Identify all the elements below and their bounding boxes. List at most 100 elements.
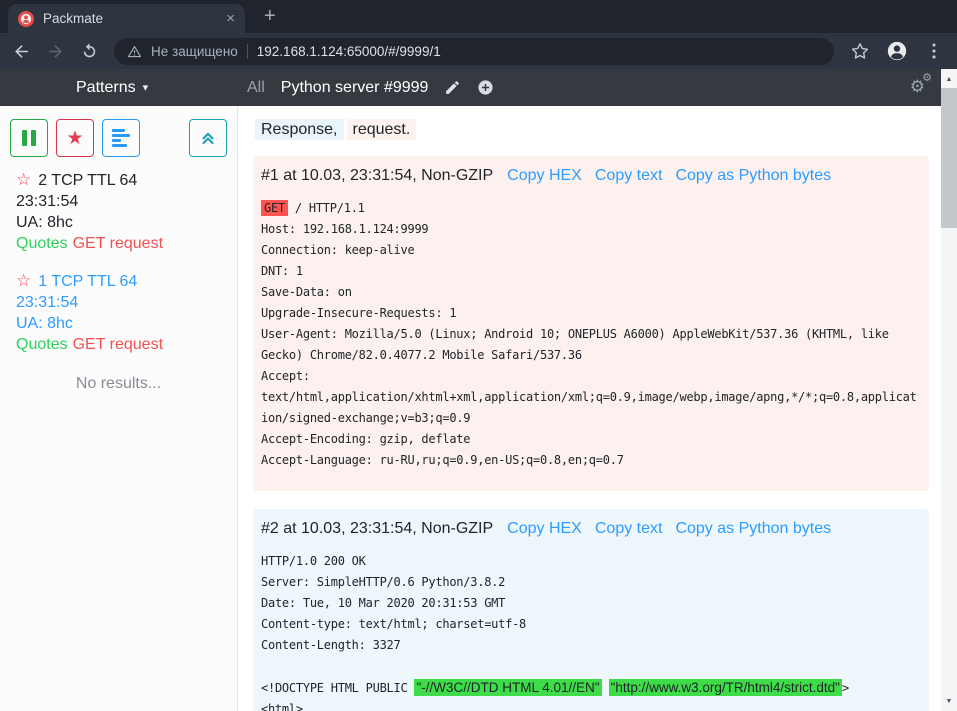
favorite-star-icon[interactable]: ☆ bbox=[16, 170, 31, 189]
collapse-button[interactable] bbox=[189, 119, 227, 157]
packet-copy-links: Copy HEX Copy text Copy as Python bytes bbox=[507, 517, 831, 541]
packet-line: Connection: keep-alive bbox=[261, 240, 921, 261]
legend-request-label: request. bbox=[347, 119, 417, 140]
copy-link[interactable]: Copy text bbox=[595, 164, 663, 188]
copy-link[interactable]: Copy HEX bbox=[507, 164, 582, 188]
packet-line: Accept-Language: ru-RU,ru;q=0.9,en-US;q=… bbox=[261, 450, 921, 471]
edit-service-pencil-icon[interactable] bbox=[444, 79, 461, 96]
packet-line: Accept-Encoding: gzip, deflate bbox=[261, 429, 921, 450]
packmate-favicon-icon bbox=[18, 11, 34, 27]
star-icon: ★ bbox=[66, 129, 83, 148]
new-tab-button[interactable]: + bbox=[264, 5, 276, 28]
sidebar-toolbar: ★ bbox=[0, 106, 237, 157]
pattern-tag: Quotes bbox=[16, 336, 68, 353]
app-body: ★ ☆2 TCP TTL 6423:31:54UA: 8hcQuotesGET … bbox=[0, 106, 941, 711]
packet-line: Content-Length: 3327 bbox=[261, 635, 921, 656]
flow-time: 23:31:54 bbox=[16, 292, 231, 313]
match-highlight-green: "http://www.w3.org/TR/html4/strict.dtd" bbox=[609, 679, 842, 696]
packet-title: #1 at 10.03, 23:31:54, Non-GZIP bbox=[261, 164, 493, 188]
flow-user-agent: UA: 8hc bbox=[16, 313, 231, 334]
packet-body: GET / HTTP/1.1Host: 192.168.1.124:9999Co… bbox=[261, 198, 921, 471]
patterns-label: Patterns bbox=[76, 79, 136, 97]
flow-title: 2 TCP TTL 64 bbox=[38, 172, 137, 189]
url-text[interactable]: 192.168.1.124:65000/#/9999/1 bbox=[257, 44, 441, 59]
packet-line: Server: SimpleHTTP/0.6 Python/3.8.2 bbox=[261, 572, 921, 593]
packet-card-response: #2 at 10.03, 23:31:54, Non-GZIPCopy HEXC… bbox=[253, 509, 929, 711]
pause-icon bbox=[22, 130, 36, 146]
address-bar[interactable]: Не защищено 192.168.1.124:65000/#/9999/1 bbox=[114, 38, 834, 65]
add-service-plus-icon[interactable] bbox=[477, 79, 494, 96]
patterns-dropdown[interactable]: Patterns ▾ bbox=[76, 69, 148, 106]
tab-current-service[interactable]: Python server #9999 bbox=[281, 79, 429, 97]
copy-link[interactable]: Copy as Python bytes bbox=[675, 164, 831, 188]
packet-header: #2 at 10.03, 23:31:54, Non-GZIPCopy HEXC… bbox=[261, 517, 921, 541]
settings-gears-icon[interactable]: ⚙ ⚙ bbox=[910, 69, 925, 106]
scroll-down-icon[interactable]: ▼ bbox=[941, 693, 957, 709]
packet-line bbox=[261, 656, 921, 677]
tab-close-icon[interactable]: × bbox=[226, 11, 235, 26]
flow-list: ☆2 TCP TTL 6423:31:54UA: 8hcQuotesGET re… bbox=[0, 157, 237, 355]
browser-menu-kebab-icon[interactable] bbox=[923, 40, 945, 62]
flows-sidebar: ★ ☆2 TCP TTL 6423:31:54UA: 8hcQuotesGET … bbox=[0, 106, 238, 711]
packet-line: DNT: 1 bbox=[261, 261, 921, 282]
flow-list-item[interactable]: ☆1 TCP TTL 6423:31:54UA: 8hcQuotesGET re… bbox=[16, 270, 231, 355]
not-secure-warning-icon[interactable] bbox=[127, 44, 142, 59]
browser-tab[interactable]: Packmate × bbox=[8, 4, 245, 33]
packet-line: Accept: bbox=[261, 366, 921, 387]
pattern-tag: GET request bbox=[73, 235, 163, 252]
color-legend: Response,request. bbox=[255, 118, 929, 142]
match-highlight-green: "-//W3C//DTD HTML 4.01//EN" bbox=[414, 679, 601, 696]
packet-line: <html> bbox=[261, 699, 921, 711]
favorite-star-icon[interactable]: ☆ bbox=[16, 271, 31, 290]
back-icon[interactable] bbox=[12, 42, 31, 61]
gear-small-icon: ⚙ bbox=[922, 73, 932, 84]
flow-pattern-tags: Quotes GET request bbox=[16, 233, 231, 254]
packet-line: ion/signed-exchange;v=b3;q=0.9 bbox=[261, 408, 921, 429]
packet-list: #1 at 10.03, 23:31:54, Non-GZIPCopy HEXC… bbox=[253, 156, 929, 711]
app-page: Patterns ▾ All Python server #9999 ⚙ ⚙ bbox=[0, 69, 957, 711]
tab-all-services[interactable]: All bbox=[247, 79, 265, 97]
packet-title: #2 at 10.03, 23:31:54, Non-GZIP bbox=[261, 517, 493, 541]
profile-avatar-icon[interactable] bbox=[886, 40, 908, 62]
packet-line: <!DOCTYPE HTML PUBLIC "-//W3C//DTD HTML … bbox=[261, 677, 921, 699]
favorites-filter-button[interactable]: ★ bbox=[56, 119, 94, 157]
packmate-app-window: Packmate × + Не защищено 192.168.1.124:6… bbox=[0, 0, 957, 711]
scroll-up-icon[interactable]: ▲ bbox=[941, 71, 957, 87]
pattern-tag: Quotes bbox=[16, 235, 68, 252]
packet-line: Gecko) Chrome/82.0.4077.2 Mobile Safari/… bbox=[261, 345, 921, 366]
app-header: Patterns ▾ All Python server #9999 ⚙ ⚙ bbox=[0, 69, 941, 106]
scrollbar-thumb[interactable] bbox=[941, 88, 957, 228]
reload-icon[interactable] bbox=[80, 42, 99, 61]
packet-header: #1 at 10.03, 23:31:54, Non-GZIPCopy HEXC… bbox=[261, 164, 921, 188]
browser-tab-bar: Packmate × + bbox=[0, 0, 957, 33]
copy-link[interactable]: Copy as Python bytes bbox=[675, 517, 831, 541]
tab-title: Packmate bbox=[43, 11, 217, 26]
service-tabs: All Python server #9999 bbox=[247, 69, 494, 106]
copy-link[interactable]: Copy text bbox=[595, 517, 663, 541]
packet-line: Save-Data: on bbox=[261, 282, 921, 303]
flow-time: 23:31:54 bbox=[16, 191, 231, 212]
forward-icon[interactable] bbox=[46, 42, 65, 61]
chevron-down-icon: ▾ bbox=[143, 81, 149, 94]
match-highlight-red: GET bbox=[261, 200, 288, 216]
flow-title: 1 TCP TTL 64 bbox=[38, 273, 137, 290]
copy-link[interactable]: Copy HEX bbox=[507, 517, 582, 541]
pause-capture-button[interactable] bbox=[10, 119, 48, 157]
packet-card-request: #1 at 10.03, 23:31:54, Non-GZIPCopy HEXC… bbox=[253, 156, 929, 491]
security-status-label[interactable]: Не защищено bbox=[151, 44, 238, 59]
no-results-label: No results... bbox=[0, 375, 237, 393]
bookmark-star-icon[interactable] bbox=[849, 40, 871, 62]
packet-line: Upgrade-Insecure-Requests: 1 bbox=[261, 303, 921, 324]
packet-copy-links: Copy HEX Copy text Copy as Python bytes bbox=[507, 164, 831, 188]
page-scrollbar[interactable]: ▲ ▼ bbox=[941, 69, 957, 711]
packet-line: GET / HTTP/1.1 bbox=[261, 198, 921, 219]
pattern-filter-button[interactable] bbox=[102, 119, 140, 157]
flow-user-agent: UA: 8hc bbox=[16, 212, 231, 233]
packet-view: Response,request. #1 at 10.03, 23:31:54,… bbox=[238, 106, 941, 711]
legend-response-label: Response, bbox=[255, 119, 344, 140]
flow-list-item[interactable]: ☆ 2 TCP TTL 64 23:31:54UA: 8hc Quotes GET re… bbox=[16, 169, 231, 254]
url-separator bbox=[247, 44, 248, 59]
packet-line: text/html,application/xhtml+xml,applicat… bbox=[261, 387, 921, 408]
packet-line: User-Agent: Mozilla/5.0 (Linux; Android … bbox=[261, 324, 921, 345]
browser-toolbar: Не защищено 192.168.1.124:65000/#/9999/1 bbox=[0, 33, 957, 69]
